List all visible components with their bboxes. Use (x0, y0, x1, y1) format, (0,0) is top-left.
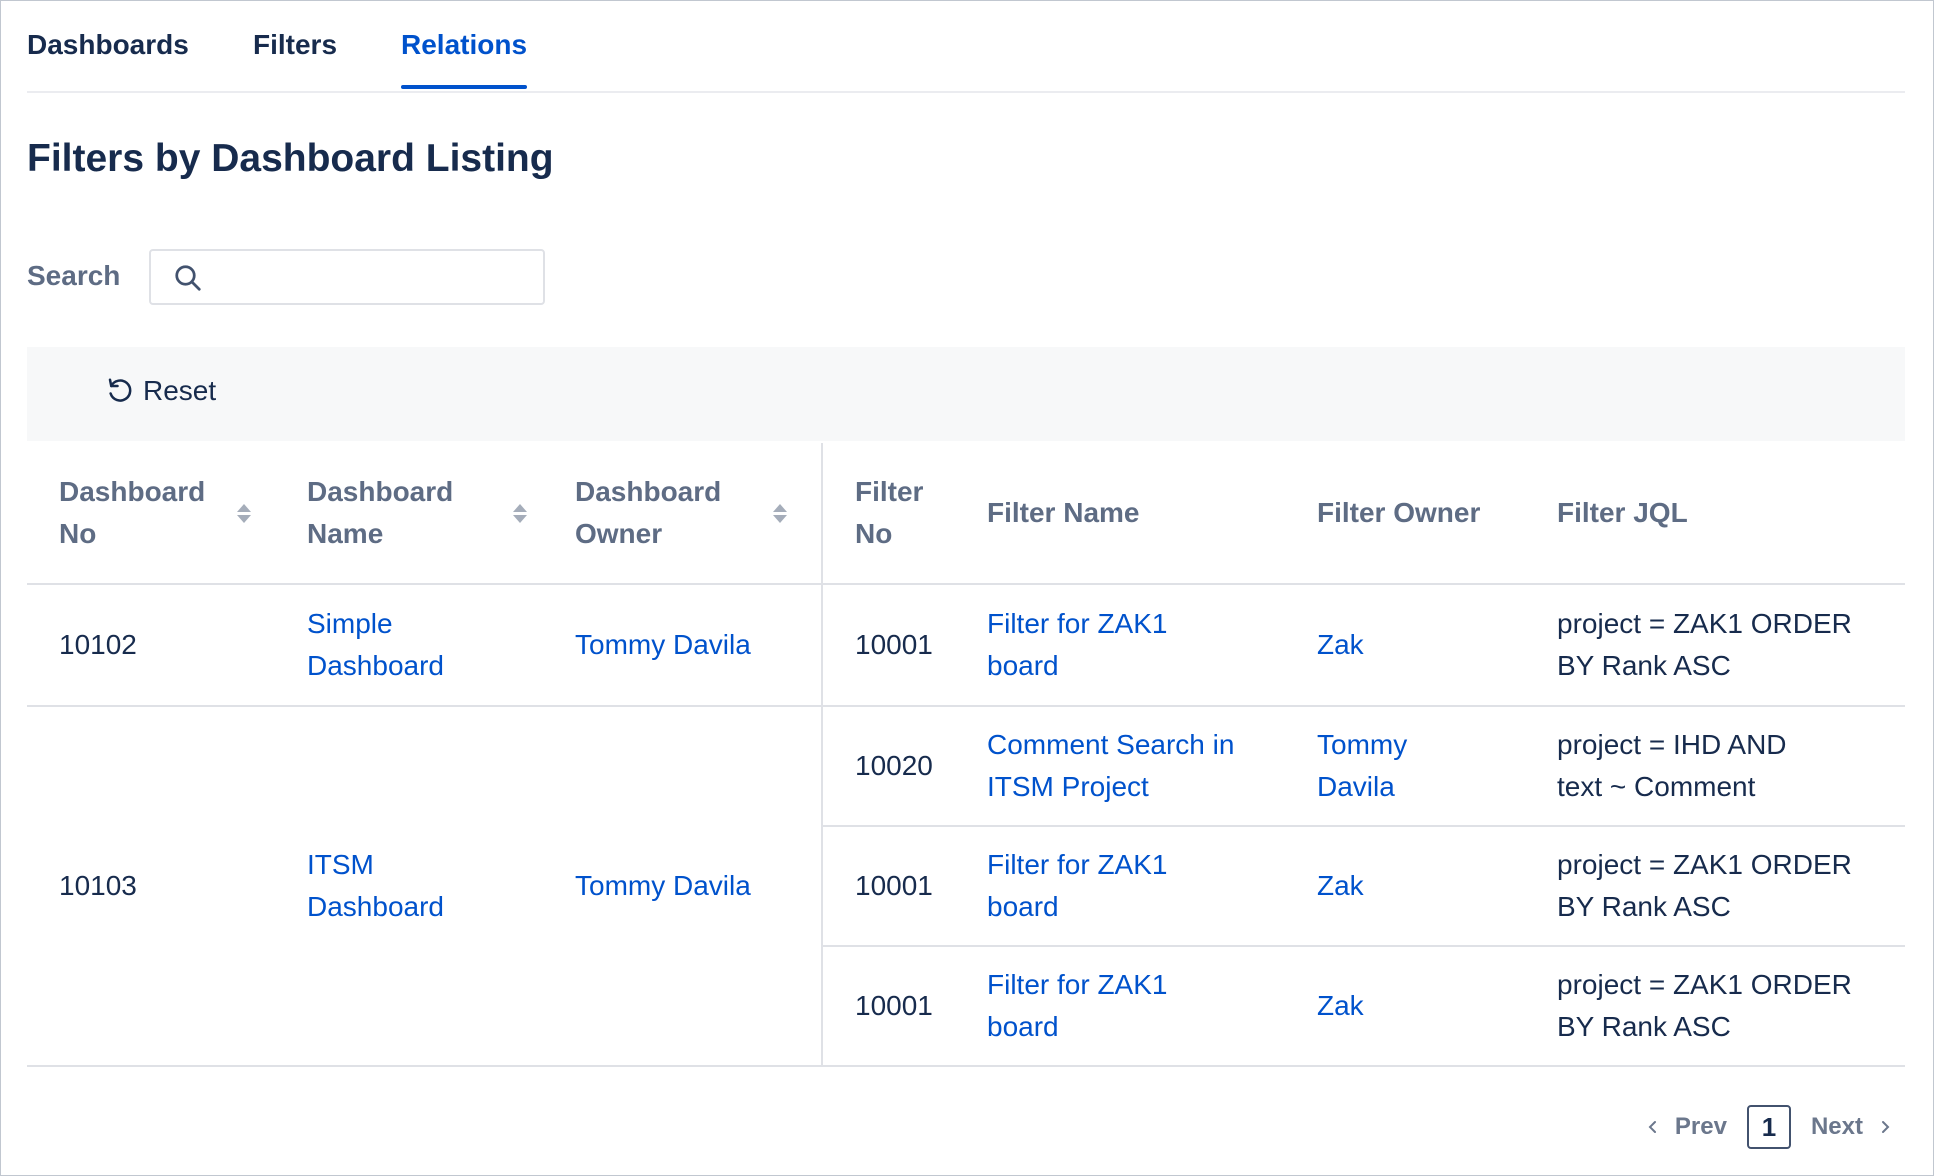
reset-label: Reset (143, 375, 217, 406)
filter-no-cell: 10020 (822, 706, 987, 827)
prev-button[interactable]: Prev (1645, 1113, 1727, 1141)
dashboard-owner-link[interactable]: Tommy Davila (575, 870, 751, 901)
filter-owner-cell: Zak (1317, 946, 1557, 1067)
filter-name-link[interactable]: Filter for ZAK1 board (987, 964, 1197, 1048)
filter-owner-link[interactable]: Zak (1317, 870, 1364, 901)
dashboard-name-cell: Simple Dashboard (283, 584, 559, 707)
header-filter-no: Filter No (822, 443, 987, 585)
filter-jql-cell: project = ZAK1 ORDER BY Rank ASC (1557, 584, 1905, 707)
header-filter-name: Filter Name (987, 443, 1317, 585)
dashboard-name-link[interactable]: ITSM Dashboard (307, 844, 457, 928)
tab-filters[interactable]: Filters (253, 29, 337, 87)
next-label: Next (1810, 1113, 1863, 1140)
page-1-button[interactable]: 1 (1746, 1105, 1791, 1149)
header-filter-jql: Filter JQL (1557, 443, 1905, 585)
header-dashboard-no[interactable]: Dashboard No (27, 443, 283, 585)
dashboard-name-link[interactable]: Simple Dashboard (307, 603, 457, 687)
filter-name-cell: Filter for ZAK1 board (987, 826, 1317, 947)
search-input[interactable] (215, 257, 539, 299)
undo-icon (108, 378, 132, 402)
header-dashboard-owner[interactable]: Dashboard Owner (559, 443, 823, 585)
dashboard-no-cell: 10102 (27, 584, 283, 707)
filter-name-link[interactable]: Filter for ZAK1 board (987, 603, 1197, 687)
filter-name-cell: Filter for ZAK1 board (987, 584, 1317, 707)
app-frame: Dashboards Filters Relations Filters by … (0, 0, 1934, 1176)
next-button[interactable]: Next (1811, 1113, 1893, 1141)
filter-name-link[interactable]: Comment Search in ITSM Project (987, 724, 1257, 808)
sort-icon[interactable] (773, 503, 787, 523)
filter-jql-cell: project = ZAK1 ORDER BY Rank ASC (1557, 826, 1905, 947)
tab-bar: Dashboards Filters Relations (27, 1, 1905, 93)
page-title: Filters by Dashboard Listing (27, 137, 554, 180)
dashboard-owner-cell: Tommy Davila (559, 706, 823, 1067)
filter-owner-link[interactable]: Zak (1317, 990, 1364, 1021)
sort-icon[interactable] (513, 503, 527, 523)
filter-jql-cell: project = IHD AND text ~ Comment (1557, 706, 1905, 827)
prev-label: Prev (1674, 1113, 1727, 1140)
filter-jql-cell: project = ZAK1 ORDER BY Rank ASC (1557, 946, 1905, 1067)
filter-owner-link[interactable]: Zak (1317, 629, 1364, 660)
table-row: 10103 ITSM Dashboard Tommy Davila 10020 … (27, 706, 1905, 1067)
filter-owner-cell: Zak (1317, 826, 1557, 947)
dashboard-owner-link[interactable]: Tommy Davila (575, 629, 751, 660)
chevron-left-icon (1648, 1121, 1656, 1133)
pagination: Prev 1 Next (1645, 1105, 1893, 1149)
dashboard-owner-cell: Tommy Davila (559, 584, 823, 707)
tab-dashboards[interactable]: Dashboards (27, 29, 189, 87)
reset-button[interactable]: Reset (105, 375, 216, 407)
sort-icon[interactable] (237, 503, 251, 523)
filter-name-cell: Comment Search in ITSM Project (987, 706, 1317, 827)
dashboard-no-cell: 10103 (27, 706, 283, 1067)
table-row: 10102 Simple Dashboard Tommy Davila 1000… (27, 584, 1905, 707)
toolbar: Reset (27, 347, 1905, 441)
filter-no-cell: 10001 (822, 946, 987, 1067)
filter-owner-cell: Tommy Davila (1317, 706, 1557, 827)
search-icon (175, 265, 201, 291)
filter-no-cell: 10001 (822, 826, 987, 947)
dashboard-name-cell: ITSM Dashboard (283, 706, 559, 1067)
filter-owner-link[interactable]: Tommy Davila (1317, 724, 1417, 808)
relations-table: Dashboard No Dashboard Name Dashboard Ow… (27, 443, 1905, 1067)
search-label: Search (27, 260, 121, 291)
filter-owner-cell: Zak (1317, 584, 1557, 707)
search-box[interactable] (149, 249, 545, 305)
header-dashboard-name[interactable]: Dashboard Name (283, 443, 559, 585)
filter-no-cell: 10001 (822, 584, 987, 707)
filter-name-link[interactable]: Filter for ZAK1 board (987, 844, 1197, 928)
chevron-right-icon (1882, 1121, 1890, 1133)
table-header-row: Dashboard No Dashboard Name Dashboard Ow… (27, 443, 1905, 585)
filter-name-cell: Filter for ZAK1 board (987, 946, 1317, 1067)
header-filter-owner: Filter Owner (1317, 443, 1557, 585)
tab-relations[interactable]: Relations (401, 29, 528, 89)
